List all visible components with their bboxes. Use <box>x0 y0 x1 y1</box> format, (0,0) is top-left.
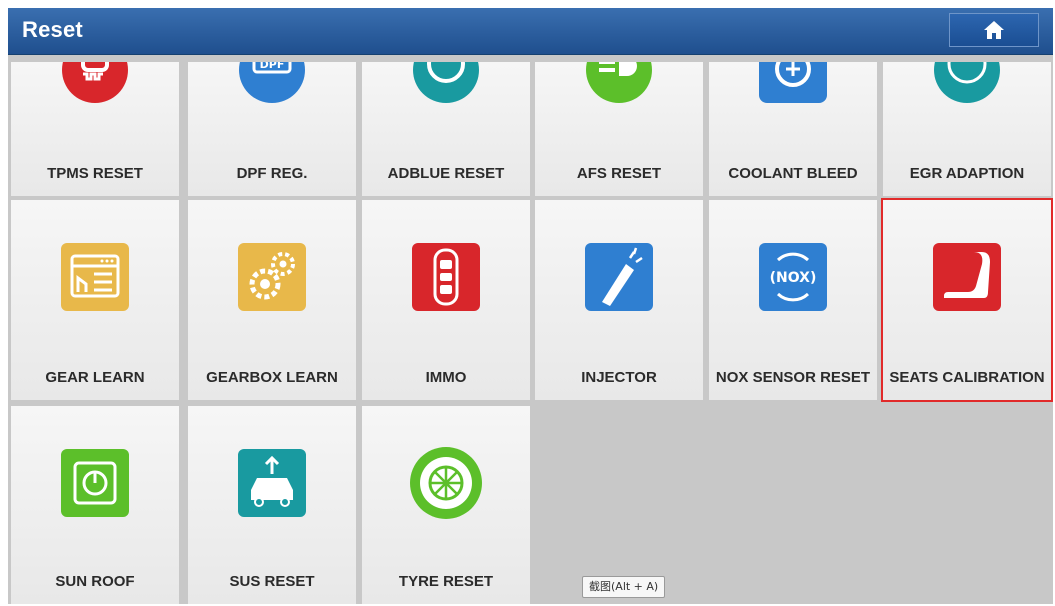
sunroof-icon <box>61 449 129 517</box>
gearbox-learn-icon <box>238 243 306 311</box>
title-bar: Reset <box>8 8 1053 55</box>
dpf-icon: DPF <box>239 62 305 103</box>
nox-sensor-icon: (NOX) <box>759 243 827 311</box>
function-grid: TPMS RESET DPF DPF REG. ADBLUE RESET AFS… <box>8 54 1053 604</box>
tile-label: GEARBOX LEARN <box>206 369 338 386</box>
tile-label: SUN ROOF <box>55 573 135 590</box>
immo-icon <box>412 243 480 311</box>
adblue-icon <box>413 62 479 103</box>
tile-afs-reset[interactable]: AFS RESET <box>535 62 703 196</box>
svg-text:DPF: DPF <box>260 62 285 71</box>
screenshot-tooltip: 截图(Alt + A) <box>582 576 666 598</box>
tile-label: IMMO <box>425 369 467 386</box>
tile-label: ADBLUE RESET <box>387 165 505 182</box>
tpms-icon <box>62 62 128 103</box>
tile-gearbox-learn[interactable]: GEARBOX LEARN <box>188 200 356 400</box>
injector-icon <box>585 243 653 311</box>
tile-label: AFS RESET <box>576 165 662 182</box>
home-icon <box>984 21 1004 39</box>
coolant-icon <box>759 62 827 103</box>
tile-label: DPF REG. <box>236 165 308 182</box>
tile-label: GEAR LEARN <box>45 369 145 386</box>
app-window: Reset TPMS RESET DPF DPF REG. ADBLUE RES… <box>8 8 1053 604</box>
tile-coolant-bleed[interactable]: COOLANT BLEED <box>709 62 877 196</box>
home-button[interactable] <box>949 13 1039 47</box>
tile-label: TPMS RESET <box>47 165 143 182</box>
tile-seats-calibration[interactable]: SEATS CALIBRATION <box>881 198 1053 402</box>
tile-label: SUS RESET <box>229 573 315 590</box>
tile-label: TYRE RESET <box>398 573 494 590</box>
tile-label: EGR ADAPTION <box>909 165 1025 182</box>
tyre-icon <box>410 447 482 519</box>
gear-learn-icon <box>61 243 129 311</box>
tile-egr-adaption[interactable]: EGR EGR ADAPTION <box>883 62 1051 196</box>
tile-label: INJECTOR <box>581 369 657 386</box>
tile-immo[interactable]: IMMO <box>362 200 530 400</box>
suspension-icon <box>238 449 306 517</box>
tile-gear-learn[interactable]: GEAR LEARN <box>11 200 179 400</box>
tile-dpf-reg[interactable]: DPF DPF REG. <box>188 62 356 196</box>
tile-nox-sensor-reset[interactable]: (NOX) NOX SENSOR RESET <box>709 200 877 400</box>
seat-icon <box>933 243 1001 311</box>
page-title: Reset <box>22 17 83 42</box>
tile-sus-reset[interactable]: SUS RESET <box>188 406 356 604</box>
tile-tpms-reset[interactable]: TPMS RESET <box>11 62 179 196</box>
tile-injector[interactable]: INJECTOR <box>535 200 703 400</box>
tile-label: SEATS CALIBRATION <box>889 369 1045 386</box>
svg-text:(NOX): (NOX) <box>770 270 817 286</box>
tile-sun-roof[interactable]: SUN ROOF <box>11 406 179 604</box>
tile-tyre-reset[interactable]: TYRE RESET <box>362 406 530 604</box>
tile-adblue-reset[interactable]: ADBLUE RESET <box>362 62 530 196</box>
tile-label: NOX SENSOR RESET <box>715 369 871 386</box>
egr-icon: EGR <box>934 62 1000 103</box>
afs-icon <box>586 62 652 103</box>
tile-label: COOLANT BLEED <box>728 165 858 182</box>
